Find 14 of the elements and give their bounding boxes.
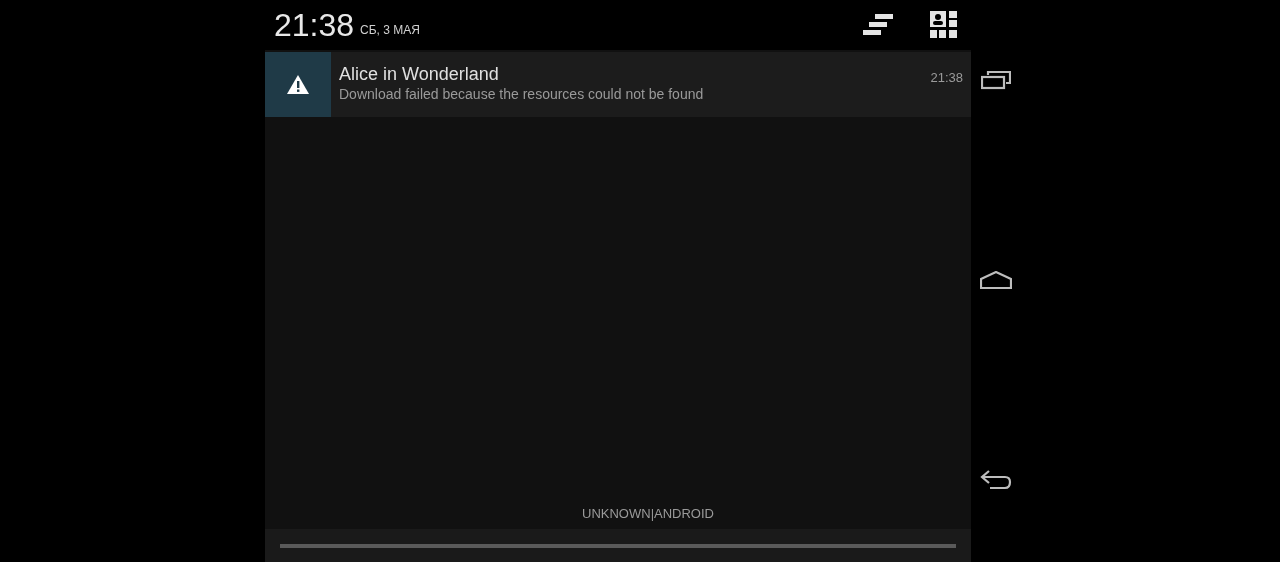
notification-card[interactable]: Alice in Wonderland Download failed because the resources could not be found 21:38 (265, 52, 971, 117)
warning-icon (287, 75, 309, 94)
quick-settings-icon[interactable] (930, 11, 958, 39)
notification-time: 21:38 (930, 69, 964, 87)
back-icon[interactable] (979, 470, 1012, 490)
notification-text: Download failed because the resources could not be found (339, 85, 705, 104)
clear-all-icon[interactable] (863, 13, 895, 37)
carrier-label: UNKNOWN|ANDROID (582, 505, 714, 524)
clock-time: 21:38 (274, 9, 355, 41)
notification-title: Alice in Wonderland (339, 63, 500, 85)
home-icon[interactable] (979, 271, 1012, 289)
drag-handle-bar[interactable] (265, 529, 971, 562)
date-label: СБ, 3 МАЯ (360, 22, 420, 39)
recent-apps-icon[interactable] (980, 70, 1011, 90)
